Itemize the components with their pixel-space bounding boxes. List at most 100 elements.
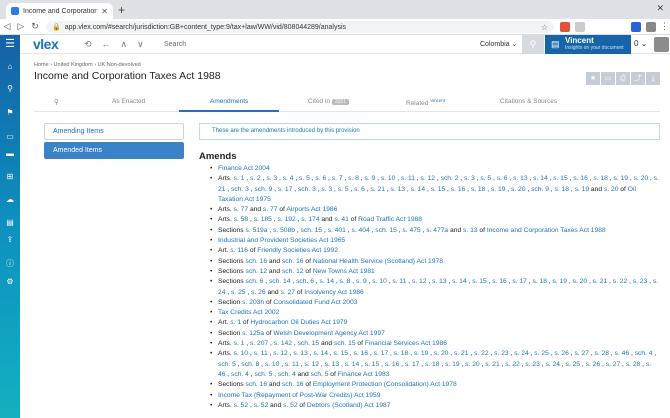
amendment-link[interactable]: s. 174 (301, 216, 319, 223)
amendment-link[interactable]: s. 19 (575, 186, 590, 193)
tab-search-icon[interactable]: ⚲ (54, 98, 59, 106)
avatar[interactable] (654, 37, 669, 52)
amendment-link[interactable]: s. 11 (392, 278, 406, 285)
new-tab-icon[interactable]: + (118, 3, 125, 17)
up-arrow-icon[interactable]: ∧ (121, 39, 128, 50)
amendment-link[interactable]: s. 25 (534, 350, 549, 357)
amendment-link[interactable]: s. 14 (313, 350, 328, 357)
amendment-link[interactable]: s. 477a (426, 227, 448, 234)
amendment-link[interactable]: s. 12 (305, 361, 320, 368)
amendment-link[interactable]: sch. 9 (254, 186, 272, 193)
amendment-link[interactable]: s. 19 (491, 186, 506, 193)
browser-tab[interactable]: Income and Corporation Taxes Act ✕ (6, 3, 113, 19)
amendment-link[interactable]: Income Tax (Repayment of Post-War Credit… (218, 392, 380, 399)
amendment-link[interactable]: Consolidated Fund Act 2003 (273, 299, 357, 306)
amendment-link[interactable]: s. 15 (365, 361, 380, 368)
settings-icon[interactable]: ⚙ (0, 277, 20, 286)
amendment-link[interactable]: sch. 16 (282, 381, 304, 388)
amendment-link[interactable]: Finance Act 1983 (338, 371, 390, 378)
hamburger-menu-icon[interactable]: ☰ (0, 35, 20, 54)
amendment-link[interactable]: s. 16 (573, 175, 588, 182)
amendment-link[interactable]: s. 14 (320, 278, 335, 285)
home-icon[interactable]: ⌂ (0, 62, 20, 71)
amendment-link[interactable]: s. 20 (465, 361, 480, 368)
breadcrumb[interactable]: Home › United Kingdom › UK Non-devolved (34, 62, 141, 68)
profile-icon[interactable] (631, 22, 641, 32)
amendment-link[interactable]: s. 52 (234, 402, 249, 409)
history-icon[interactable]: ⟲ (84, 39, 92, 50)
amendment-link[interactable]: s. 22 (505, 361, 520, 368)
amendment-link[interactable]: sch. 3 (298, 186, 316, 193)
url-input[interactable]: 🔒 app.vlex.com/#search/jurisdiction:GB+c… (46, 21, 554, 33)
amendment-link[interactable]: s. 8 (340, 278, 351, 285)
down-arrow-icon[interactable]: ∨ (137, 39, 144, 50)
amendment-link[interactable]: s. 401 (328, 227, 346, 234)
amendment-link[interactable]: sch. 5 (311, 371, 329, 378)
amendment-link[interactable]: s. 23 (525, 361, 540, 368)
amendment-link[interactable]: sch. 12 (282, 268, 304, 275)
browser-menu-icon[interactable]: ⋮ (660, 21, 669, 32)
amendment-link[interactable]: s. 20 (511, 186, 526, 193)
amendment-link[interactable]: s. 77 (234, 206, 249, 213)
search-button[interactable]: ⚲ (522, 35, 544, 54)
amendment-link[interactable]: s. 22 (613, 278, 628, 285)
amendment-link[interactable]: s. 24 (514, 350, 529, 357)
amendment-link[interactable]: s. 13 (293, 350, 308, 357)
tab-citations-sources[interactable]: Citations & Sources (500, 98, 557, 105)
amendment-link[interactable]: s. 11 (254, 350, 268, 357)
extension-icon[interactable] (560, 22, 570, 32)
amendment-link[interactable]: s. 15 (553, 175, 568, 182)
search-input[interactable]: Search (164, 38, 364, 51)
folder-add-icon[interactable]: ▭ (601, 72, 615, 85)
amendment-link[interactable]: s. 404 (351, 227, 369, 234)
amendment-link[interactable]: sch. 15 (301, 227, 323, 234)
extensions-puzzle-icon[interactable] (646, 22, 656, 32)
print-icon[interactable]: ⎙ (616, 72, 630, 85)
amendment-link[interactable]: s. 18 (593, 175, 608, 182)
amendment-link[interactable]: s. 14 (452, 278, 467, 285)
amendment-link[interactable]: s. 20 (573, 278, 588, 285)
amendment-link[interactable]: s. 21 (370, 186, 385, 193)
amendment-link[interactable]: s. 19 (553, 278, 568, 285)
reload-icon[interactable]: ↻ (28, 21, 42, 32)
amendment-link[interactable]: s. 10 (381, 175, 396, 182)
amendment-link[interactable]: s. 16 (385, 361, 400, 368)
amendment-link[interactable]: s. 46 (615, 350, 630, 357)
amendment-link[interactable]: s. 192 (277, 216, 295, 223)
amendment-link[interactable]: s. 77 (263, 206, 278, 213)
amendment-link[interactable]: sch. 9 (531, 186, 549, 193)
back-arrow-icon[interactable]: ← (102, 39, 111, 50)
amendment-link[interactable]: Industrial and Provident Societies Act 1… (218, 237, 345, 244)
amendment-link[interactable]: sch. 4 (231, 371, 249, 378)
amendment-link[interactable]: s. 17 (374, 350, 389, 357)
amendment-link[interactable]: s. 13 (463, 227, 478, 234)
amendment-link[interactable]: sch. 5 (254, 371, 272, 378)
amendment-link[interactable]: s. 22 (474, 350, 489, 357)
amendment-link[interactable]: sch. 16 (246, 381, 268, 388)
amendment-link[interactable]: sch. 4 (635, 350, 653, 357)
amendment-link[interactable]: s. 6 (354, 186, 365, 193)
amendment-link[interactable]: s. 26 (586, 361, 601, 368)
amendment-link[interactable]: s. 17 (278, 186, 293, 193)
amendment-link[interactable]: s. 14 (411, 186, 426, 193)
amendment-link[interactable]: s. 519a (246, 227, 268, 234)
amendment-link[interactable]: Finance Act 2004 (218, 165, 270, 172)
amendment-link[interactable]: sch. 6 (296, 278, 314, 285)
amendment-link[interactable]: s. 21 (454, 350, 469, 357)
nav-amending-items[interactable]: Amending Items (44, 123, 184, 140)
amendment-link[interactable]: s. 25 (231, 289, 246, 296)
amendment-link[interactable]: s. 16 (354, 350, 369, 357)
amendment-link[interactable]: sch. 2 (441, 175, 459, 182)
amendment-link[interactable]: s. 52 (254, 402, 269, 409)
amendment-link[interactable]: s. 18 (394, 350, 409, 357)
amendment-link[interactable]: s. 3 (321, 186, 332, 193)
amendment-link[interactable]: s. 10 (234, 350, 249, 357)
amendment-link[interactable]: Financial Services Act 1986 (365, 340, 447, 347)
amendment-link[interactable]: sch. 15 (375, 227, 397, 234)
amendment-link[interactable]: s. 11 (401, 175, 415, 182)
document-icon[interactable]: ▤ (0, 218, 20, 227)
tab-as-enacted[interactable]: As Enacted (112, 98, 145, 105)
amendment-link[interactable]: s. 10 (265, 361, 280, 368)
amendment-link[interactable]: s. 16 (451, 186, 466, 193)
amendment-link[interactable]: s. 19 (414, 350, 429, 357)
